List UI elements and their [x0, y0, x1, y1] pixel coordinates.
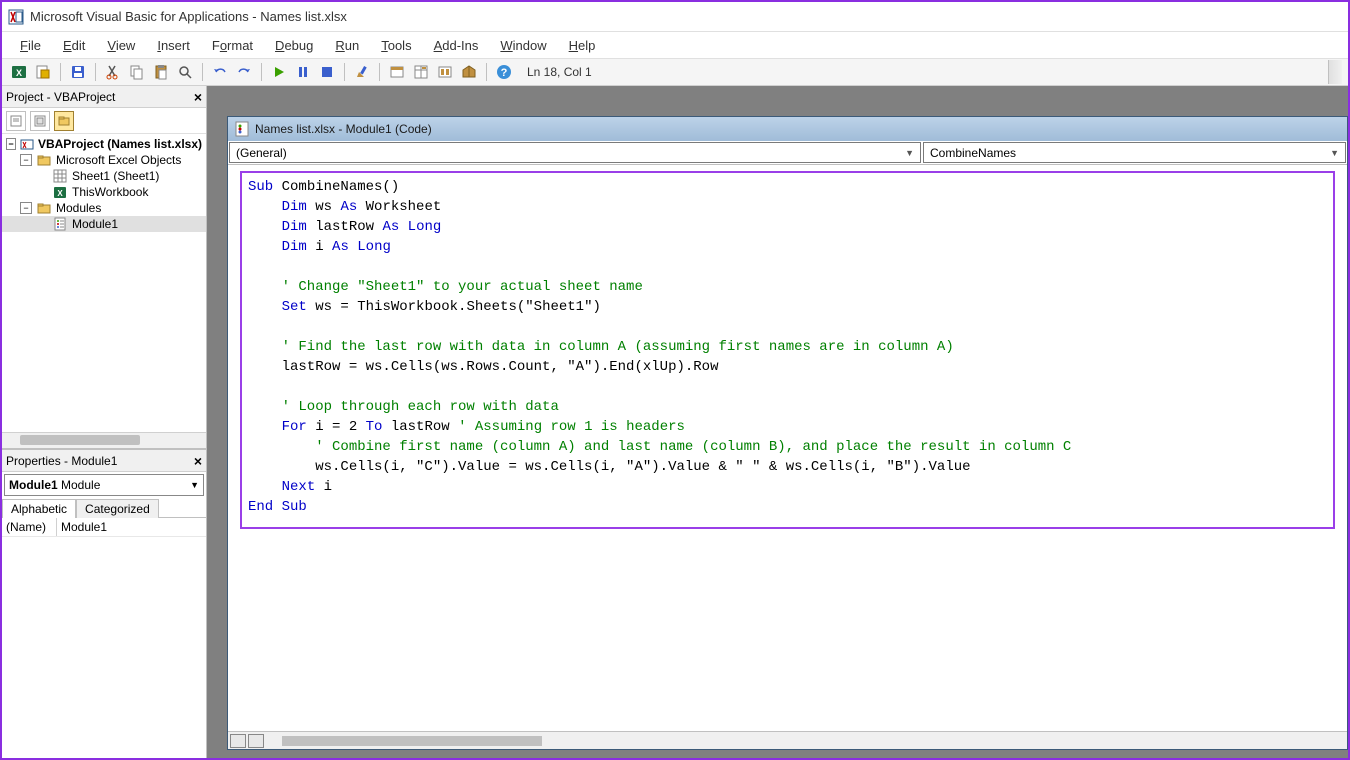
project-toolbar: [2, 108, 206, 134]
project-tree[interactable]: −VBAProject (Names list.xlsx) −Microsoft…: [2, 134, 206, 432]
menu-tools[interactable]: Tools: [373, 36, 419, 55]
toolbar-separator: [95, 63, 96, 81]
save-button[interactable]: [67, 61, 89, 83]
properties-panel-close-icon[interactable]: ×: [194, 453, 202, 469]
full-module-view-button[interactable]: [248, 734, 264, 748]
code-window-titlebar[interactable]: Names list.xlsx - Module1 (Code): [228, 117, 1347, 141]
menu-view[interactable]: View: [99, 36, 143, 55]
menu-window[interactable]: Window: [492, 36, 554, 55]
module-icon: [234, 121, 250, 137]
properties-grid[interactable]: (Name) Module1: [2, 518, 206, 758]
find-button[interactable]: [174, 61, 196, 83]
cut-button[interactable]: [102, 61, 124, 83]
object-browser-button[interactable]: [434, 61, 456, 83]
view-excel-button[interactable]: X: [8, 61, 30, 83]
menubar: File Edit View Insert Format Debug Run T…: [2, 32, 1348, 58]
vba-app-icon: [8, 9, 24, 25]
code-editor[interactable]: Sub CombineNames() Dim ws As Worksheet D…: [228, 165, 1347, 731]
undo-button[interactable]: [209, 61, 231, 83]
toolbox-button[interactable]: [458, 61, 480, 83]
tree-module1[interactable]: Module1: [2, 216, 206, 232]
toolbar-separator: [60, 63, 61, 81]
toolbar-separator: [261, 63, 262, 81]
help-button[interactable]: ?: [493, 61, 515, 83]
toggle-folders-button[interactable]: [54, 111, 74, 131]
copy-button[interactable]: [126, 61, 148, 83]
menu-debug[interactable]: Debug: [267, 36, 321, 55]
insert-item-button[interactable]: [32, 61, 54, 83]
tree-thisworkbook[interactable]: XThisWorkbook: [2, 184, 206, 200]
properties-window-button[interactable]: [410, 61, 432, 83]
svg-text:X: X: [57, 189, 63, 198]
svg-text:X: X: [16, 68, 22, 78]
menu-format[interactable]: Format: [204, 36, 261, 55]
toolbar-overflow[interactable]: [1328, 60, 1342, 84]
reset-button[interactable]: [316, 61, 338, 83]
properties-object-dropdown[interactable]: Module1 Module ▼: [4, 474, 204, 496]
properties-tab-categorized[interactable]: Categorized: [76, 499, 159, 518]
project-hscrollbar[interactable]: [2, 432, 206, 448]
titlebar: Microsoft Visual Basic for Applications …: [2, 2, 1348, 32]
project-explorer-button[interactable]: [386, 61, 408, 83]
menu-insert[interactable]: Insert: [149, 36, 198, 55]
project-panel-header: Project - VBAProject ×: [2, 86, 206, 108]
run-button[interactable]: [268, 61, 290, 83]
menu-help[interactable]: Help: [561, 36, 604, 55]
object-dropdown[interactable]: (General)▼: [229, 142, 921, 163]
tree-modules[interactable]: −Modules: [2, 200, 206, 216]
code-window: Names list.xlsx - Module1 (Code) (Genera…: [227, 116, 1348, 750]
properties-panel-title: Properties - Module1: [6, 454, 117, 468]
chevron-down-icon: ▼: [905, 148, 914, 158]
tree-vbaproject[interactable]: −VBAProject (Names list.xlsx): [2, 136, 206, 152]
properties-panel-header: Properties - Module1 ×: [2, 450, 206, 472]
procedure-view-button[interactable]: [230, 734, 246, 748]
mdi-area: Names list.xlsx - Module1 (Code) (Genera…: [207, 86, 1348, 758]
chevron-down-icon: ▼: [1330, 148, 1339, 158]
toolbar: X ? Ln 18, Col 1: [2, 58, 1348, 86]
tree-sheet1[interactable]: Sheet1 (Sheet1): [2, 168, 206, 184]
code-window-footer: [228, 731, 1347, 749]
menu-addins[interactable]: Add-Ins: [426, 36, 487, 55]
svg-text:?: ?: [501, 67, 508, 79]
code-window-title: Names list.xlsx - Module1 (Code): [255, 122, 432, 136]
project-panel-close-icon[interactable]: ×: [194, 89, 202, 105]
redo-button[interactable]: [233, 61, 255, 83]
cursor-position: Ln 18, Col 1: [517, 65, 1326, 79]
paste-button[interactable]: [150, 61, 172, 83]
menu-run[interactable]: Run: [327, 36, 367, 55]
toolbar-separator: [379, 63, 380, 81]
toolbar-separator: [344, 63, 345, 81]
menu-edit[interactable]: Edit: [55, 36, 93, 55]
procedure-dropdown[interactable]: CombineNames▼: [923, 142, 1346, 163]
tree-excel-objects[interactable]: −Microsoft Excel Objects: [2, 152, 206, 168]
window-title: Microsoft Visual Basic for Applications …: [30, 9, 347, 24]
toolbar-separator: [202, 63, 203, 81]
project-panel-title: Project - VBAProject: [6, 90, 115, 104]
break-button[interactable]: [292, 61, 314, 83]
design-mode-button[interactable]: [351, 61, 373, 83]
view-object-button[interactable]: [30, 111, 50, 131]
property-row-name[interactable]: (Name) Module1: [2, 518, 206, 537]
menu-file[interactable]: File: [12, 36, 49, 55]
view-code-button[interactable]: [6, 111, 26, 131]
chevron-down-icon: ▼: [190, 480, 199, 490]
code-hscrollbar[interactable]: [268, 734, 1347, 748]
toolbar-separator: [486, 63, 487, 81]
properties-tab-alphabetic[interactable]: Alphabetic: [2, 499, 76, 518]
